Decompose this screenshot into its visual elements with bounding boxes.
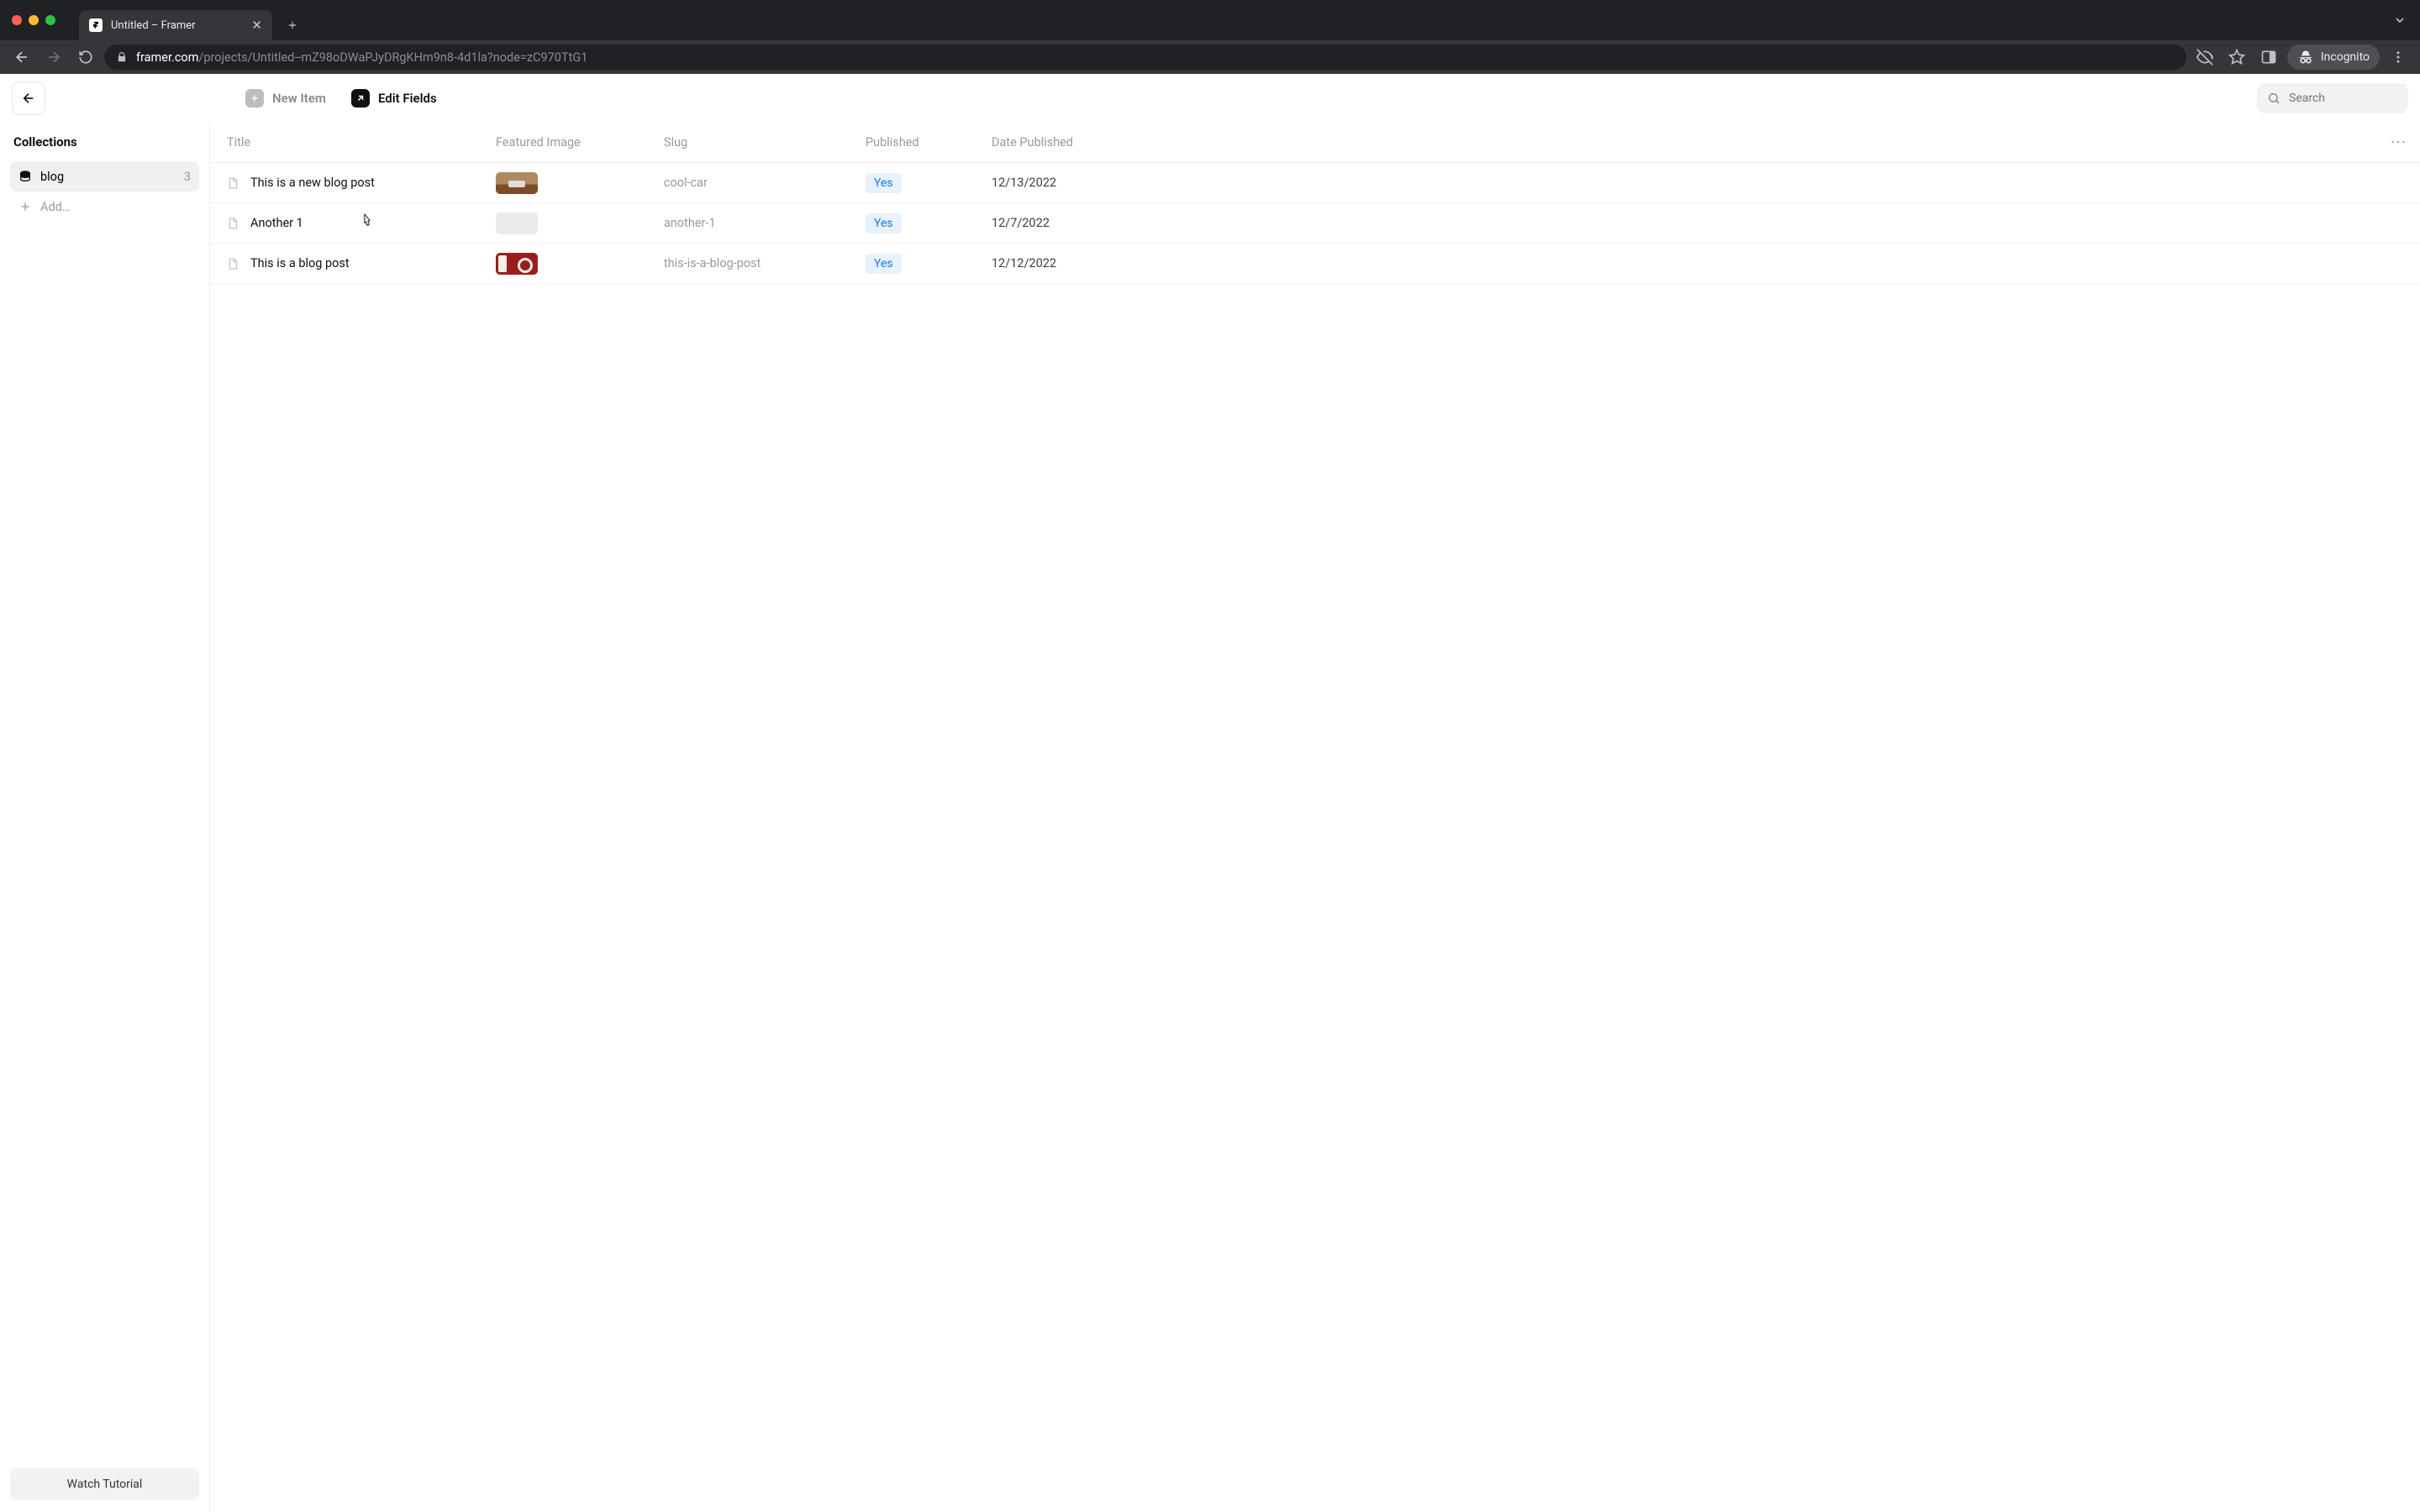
browser-titlebar: Untitled – Framer ✕ (0, 0, 2420, 40)
table-header: Title Featured Image Slug Published Date… (210, 123, 2420, 163)
row-slug: this-is-a-blog-post (664, 256, 865, 270)
plus-icon (18, 200, 32, 213)
published-badge: Yes (865, 173, 902, 193)
page-icon (227, 217, 239, 230)
side-panel-icon[interactable] (2255, 44, 2282, 71)
watch-tutorial-label: Watch Tutorial (67, 1478, 143, 1491)
published-badge: Yes (865, 254, 902, 274)
search-field[interactable] (2257, 83, 2408, 113)
incognito-icon (2297, 49, 2314, 66)
lock-icon (116, 51, 128, 63)
plus-icon (245, 89, 264, 108)
row-date-published: 12/12/2022 (992, 256, 2378, 270)
table-row[interactable]: Another 1 another-1 Yes 12/7/2022 (210, 203, 2420, 244)
sidebar-heading: Collections (10, 134, 199, 150)
framer-cms: New Item Edit Fields Collections (0, 74, 2420, 1512)
search-icon (2267, 92, 2281, 105)
app-toolbar: New Item Edit Fields (0, 74, 2420, 123)
column-header-date[interactable]: Date Published (992, 135, 2378, 150)
sidebar-add-label: Add… (40, 200, 71, 214)
column-header-title[interactable]: Title (227, 135, 496, 150)
row-slug: cool-car (664, 176, 865, 190)
sidebar-add-collection[interactable]: Add… (10, 192, 199, 222)
browser-forward-button[interactable] (40, 44, 67, 71)
row-title: This is a blog post (250, 256, 350, 270)
incognito-indicator[interactable]: Incognito (2287, 45, 2380, 70)
framer-favicon-icon (89, 18, 103, 32)
close-tab-icon[interactable]: ✕ (251, 19, 262, 32)
column-header-published[interactable]: Published (865, 135, 992, 150)
browser-tab[interactable]: Untitled – Framer ✕ (79, 10, 272, 40)
window-controls (12, 15, 55, 25)
table-row[interactable]: This is a new blog post cool-car Yes 12/… (210, 163, 2420, 203)
row-title: This is a new blog post (250, 176, 375, 190)
address-bar[interactable]: framer.com/projects/Untitled--mZ98oDWaPJ… (104, 45, 2186, 70)
row-date-published: 12/13/2022 (992, 176, 2378, 190)
browser-reload-button[interactable] (72, 44, 99, 71)
url-path: /projects/Untitled--mZ98oDWaPJyDRgKHm9n8… (198, 50, 587, 65)
new-tab-button[interactable] (281, 13, 304, 37)
database-icon (18, 170, 32, 183)
collections-sidebar: Collections blog 3 Add… Watch Tutorial (0, 123, 210, 1512)
browser-back-button[interactable] (8, 44, 35, 71)
sidebar-item-label: blog (40, 170, 64, 184)
url-domain: framer.com (136, 50, 198, 65)
edit-fields-button[interactable]: Edit Fields (351, 89, 437, 108)
published-badge: Yes (865, 213, 902, 234)
sidebar-item-blog[interactable]: blog 3 (10, 161, 199, 192)
edit-fields-label: Edit Fields (378, 91, 437, 106)
column-header-image[interactable]: Featured Image (496, 135, 664, 150)
browser-toolbar: framer.com/projects/Untitled--mZ98oDWaPJ… (0, 40, 2420, 74)
minimize-window-button[interactable] (29, 15, 39, 25)
browser-tab-title: Untitled – Framer (111, 19, 196, 32)
row-slug: another-1 (664, 216, 865, 230)
arrow-up-right-icon (351, 89, 370, 108)
eye-off-icon[interactable] (2191, 44, 2218, 71)
sidebar-item-count: 3 (184, 170, 191, 184)
maximize-window-button[interactable] (45, 15, 55, 25)
search-input[interactable] (2289, 92, 2420, 105)
incognito-label: Incognito (2321, 50, 2370, 64)
featured-image-thumbnail[interactable] (496, 253, 538, 275)
browser-menu-button[interactable] (2385, 44, 2412, 71)
featured-image-thumbnail[interactable] (496, 213, 538, 234)
row-date-published: 12/7/2022 (992, 216, 2378, 230)
app-back-button[interactable] (12, 81, 45, 115)
new-item-button[interactable]: New Item (245, 89, 326, 108)
page-icon (227, 176, 239, 190)
column-header-slug[interactable]: Slug (664, 135, 865, 150)
table-row[interactable]: This is a blog post this-is-a-blog-post … (210, 244, 2420, 284)
columns-more-button[interactable]: ··· (2378, 135, 2420, 150)
close-window-button[interactable] (12, 15, 22, 25)
page-icon (227, 257, 239, 270)
bookmark-star-icon[interactable] (2223, 44, 2250, 71)
collection-table: Title Featured Image Slug Published Date… (210, 123, 2420, 1512)
watch-tutorial-button[interactable]: Watch Tutorial (10, 1468, 199, 1500)
new-item-label: New Item (272, 91, 326, 106)
featured-image-thumbnail[interactable] (496, 172, 538, 194)
row-title: Another 1 (250, 216, 303, 230)
tabs-overflow-icon[interactable] (2393, 13, 2407, 27)
